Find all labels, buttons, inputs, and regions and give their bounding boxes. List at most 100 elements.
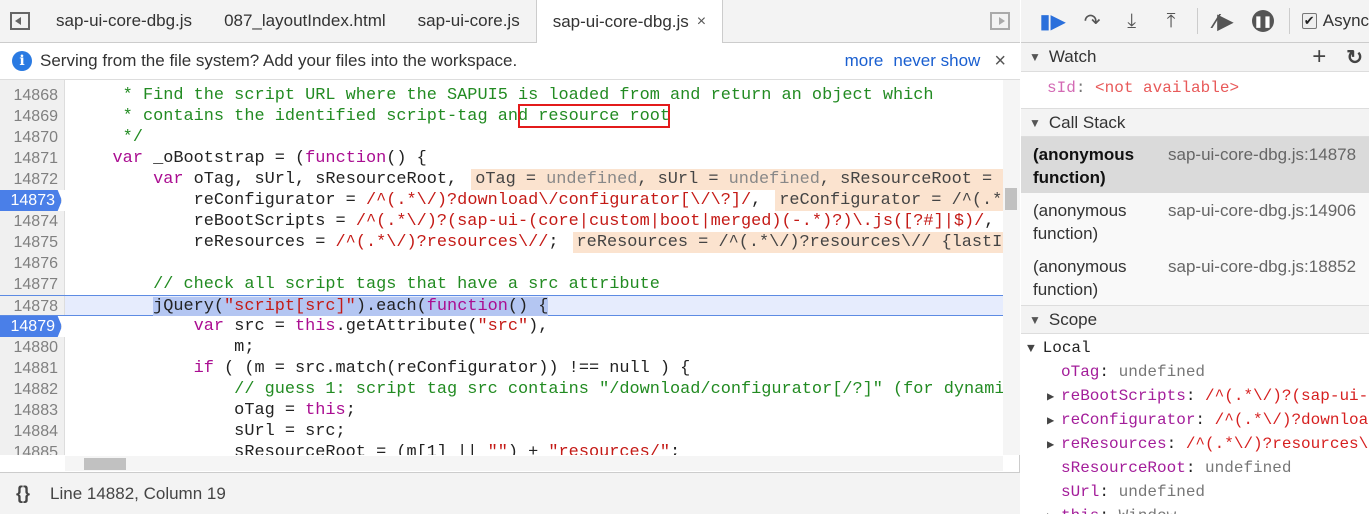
line-number[interactable]: 14876	[0, 253, 65, 274]
line-number[interactable]: 14875	[0, 232, 65, 253]
toggle-debugger-sidebar-button[interactable]	[980, 0, 1020, 42]
deactivate-breakpoints-button[interactable]: ⁄▶	[1204, 6, 1243, 36]
scope-section-header[interactable]: ▼ Scope	[1021, 305, 1369, 334]
scope-variable[interactable]: ▶ reResources: /^(.*\/)?resources\//	[1021, 432, 1369, 456]
code-editor[interactable]: 1486714868 * Find the script URL where t…	[0, 80, 1003, 455]
tab-sap-ui-core-dbg-active[interactable]: sap-ui-core-dbg.js ×	[535, 0, 724, 43]
breakpoint-line-number[interactable]: 14873	[0, 190, 62, 211]
line-number[interactable]: 14880	[0, 337, 65, 358]
code-text: var _oBootstrap = (function() {	[112, 149, 427, 168]
line-number[interactable]: 14869	[0, 106, 65, 127]
async-checkbox[interactable]: ✔	[1301, 13, 1317, 29]
scope-variable[interactable]: ▶reConfigurator: /^(.*\/)?download\/conf…	[1021, 408, 1369, 432]
pause-on-exceptions-button[interactable]: ❚❚	[1243, 6, 1282, 36]
line-number[interactable]: 14877	[0, 274, 65, 295]
vertical-scroll-thumb[interactable]	[1005, 188, 1017, 210]
code-line[interactable]: 14869 * contains the identified script-t…	[0, 106, 1003, 127]
frame-location[interactable]: sap-ui-core-dbg.js:14878	[1168, 143, 1356, 193]
expand-triangle-icon[interactable]: ▶	[1047, 385, 1061, 409]
scope-variable[interactable]: sUrl: undefined	[1021, 480, 1369, 504]
line-number[interactable]: 14872	[0, 169, 65, 190]
variable-value: /^(.*\/)?resources\//	[1185, 435, 1369, 453]
code-line[interactable]: 14871 var _oBootstrap = (function() {	[0, 148, 1003, 169]
expand-triangle-icon[interactable]: ▶	[1047, 433, 1061, 457]
vertical-scrollbar[interactable]	[1003, 80, 1020, 455]
code-line[interactable]: 14881 if ( (m = src.match(reConfigurator…	[0, 358, 1003, 379]
variable-value: /^(.*\/)?(sap-ui-(core|custom|boot|merge…	[1205, 387, 1369, 405]
line-number[interactable]: 14881	[0, 358, 65, 379]
scope-variable[interactable]: sResourceRoot: undefined	[1021, 456, 1369, 480]
tab-layout-index[interactable]: 087_layoutIndex.html	[208, 0, 402, 42]
async-label: Async	[1322, 11, 1369, 30]
tab-sap-ui-core-dbg[interactable]: sap-ui-core-dbg.js	[40, 0, 208, 42]
call-frame[interactable]: (anonymous function) sap-ui-core-dbg.js:1…	[1021, 249, 1369, 305]
code-line[interactable]: 14870 */	[0, 127, 1003, 148]
line-number[interactable]: 14870	[0, 127, 65, 148]
scope-variable[interactable]: oTag: undefined	[1021, 360, 1369, 384]
code-line[interactable]: 14879 var src = this.getAttribute("src")…	[0, 316, 1003, 337]
breakpoint-line-number[interactable]: 14879	[0, 316, 62, 337]
horizontal-scroll-thumb[interactable]	[84, 458, 126, 470]
never-show-link[interactable]: never show	[893, 51, 980, 71]
frame-location[interactable]: sap-ui-core-dbg.js:14906	[1168, 199, 1356, 249]
tab-sap-ui-core[interactable]: sap-ui-core.js	[402, 0, 536, 42]
expand-triangle-icon[interactable]: ▶	[1047, 505, 1061, 514]
line-number[interactable]: 14883	[0, 400, 65, 421]
expand-triangle-icon[interactable]: ▶	[1047, 409, 1061, 433]
toggle-navigator-button[interactable]	[0, 0, 40, 42]
code-line[interactable]: 14884 sUrl = src;	[0, 421, 1003, 442]
code-line[interactable]: 14880 m;	[0, 337, 1003, 358]
frame-location[interactable]: sap-ui-core-dbg.js:18852	[1168, 255, 1356, 305]
code-line[interactable]: 14873 reConfigurator = /^(.*\/)?download…	[0, 190, 1003, 211]
horizontal-scrollbar[interactable]	[65, 456, 1003, 471]
code-line[interactable]: 14875 reResources = /^(.*\/)?resources\/…	[0, 232, 1003, 253]
code-line[interactable]: 14876	[0, 253, 1003, 274]
code-text: m;	[72, 338, 255, 357]
code-text: oTag = this;	[72, 401, 356, 420]
code-line[interactable]: 14882 // guess 1: script tag src contain…	[0, 379, 1003, 400]
code-line[interactable]: 14877 // check all script tags that have…	[0, 274, 1003, 295]
watch-item[interactable]: sId: <not available>	[1021, 72, 1369, 108]
close-tab-icon[interactable]: ×	[697, 13, 706, 31]
resume-button[interactable]: ▮▶	[1033, 6, 1072, 36]
line-number[interactable]: 14882	[0, 379, 65, 400]
more-link[interactable]: more	[845, 51, 884, 71]
line-number[interactable]: 14874	[0, 211, 65, 232]
call-stack-title: Call Stack	[1048, 112, 1126, 132]
code-text: * Find the script URL where the SAPUI5 i…	[72, 86, 934, 105]
line-number[interactable]: 14868	[0, 85, 65, 106]
step-into-button[interactable]: ⤓	[1112, 6, 1151, 36]
code-text: sUrl = src;	[72, 422, 346, 441]
add-watch-icon[interactable]: +	[1312, 43, 1326, 71]
call-frame[interactable]: (anonymous function) sap-ui-core-dbg.js:1…	[1021, 193, 1369, 249]
line-number[interactable]: 14878	[0, 296, 65, 315]
refresh-watch-icon[interactable]: ↻	[1346, 45, 1363, 70]
scope-local[interactable]: ▼ Local	[1021, 336, 1369, 360]
code-line[interactable]: 14885 sResourceRoot = (m[1] || "") + "re…	[0, 442, 1003, 455]
code-line[interactable]: 14868 * Find the script URL where the SA…	[0, 85, 1003, 106]
step-over-button[interactable]: ↷	[1072, 6, 1111, 36]
variable-value: undefined	[1118, 483, 1206, 501]
code-line[interactable]: 14883 oTag = this;	[0, 400, 1003, 421]
call-frame[interactable]: (anonymous function) sap-ui-core-dbg.js:1…	[1021, 137, 1369, 193]
code-line[interactable]: 14878 jQuery("script[src]").each(functio…	[0, 295, 1003, 316]
inline-variable-value: reConfigurator = /^(.*\/)?download\/	[775, 190, 1003, 211]
sidebar-right-icon	[990, 12, 1010, 30]
infobar-message: Serving from the file system? Add your f…	[40, 51, 518, 70]
call-stack-section-header[interactable]: ▼ Call Stack	[1021, 108, 1369, 137]
code-line[interactable]: 14872 var oTag, sUrl, sResourceRoot, oTag…	[0, 169, 1003, 190]
watch-section-header[interactable]: ▼ Watch + ↻	[1021, 43, 1369, 72]
step-out-icon: ⤒	[1166, 9, 1176, 32]
step-out-button[interactable]: ⤒	[1151, 6, 1190, 36]
scope-variable[interactable]: ▶reBootScripts: /^(.*\/)?(sap-ui-(core|c…	[1021, 384, 1369, 408]
code-line[interactable]: 14874 reBootScripts = /^(.*\/)?(sap-ui-(…	[0, 211, 1003, 232]
close-infobar-icon[interactable]: ×	[994, 50, 1006, 73]
scope-variable[interactable]: ▶this: Window	[1021, 504, 1369, 514]
line-number[interactable]: 14885	[0, 442, 65, 455]
pretty-print-button[interactable]: {}	[16, 483, 30, 504]
collapse-triangle-icon: ▼	[1029, 50, 1041, 64]
line-number[interactable]: 14884	[0, 421, 65, 442]
expand-triangle-icon: ▼	[1027, 341, 1043, 356]
line-number[interactable]: 14871	[0, 148, 65, 169]
